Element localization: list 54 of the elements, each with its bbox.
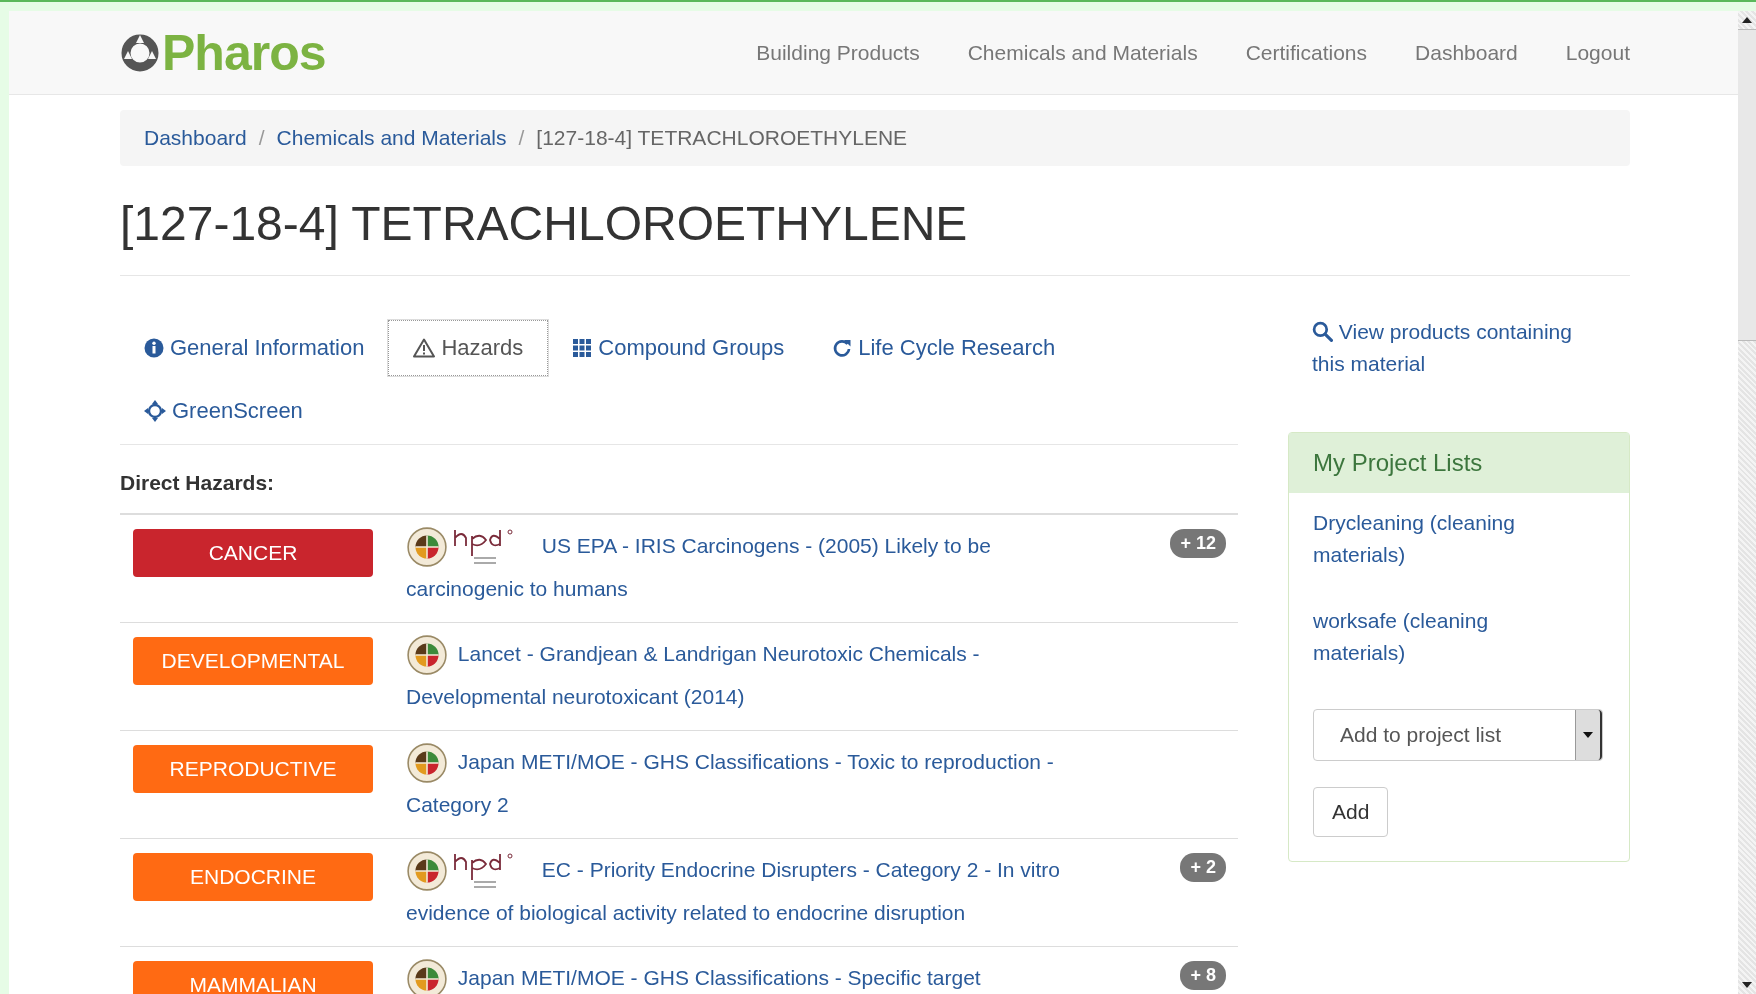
tab[interactable]: Life Cycle Research — [808, 320, 1080, 376]
project-list-link[interactable]: worksafe (cleaning materials) — [1313, 605, 1543, 669]
hazard-source-link[interactable]: US EPA - IRIS Carcinogens - (2005) Likely to be carcinogenic to humans — [406, 525, 1096, 611]
search-icon — [1312, 321, 1333, 342]
tab[interactable]: Hazards — [388, 320, 549, 376]
scroll-down-icon[interactable] — [1742, 982, 1752, 988]
colored-circle-logo-icon — [406, 742, 448, 785]
section-heading: Direct Hazards: — [120, 470, 276, 496]
breadcrumb-separator: / — [518, 126, 525, 150]
scrollbar[interactable] — [1738, 11, 1756, 994]
project-list-link[interactable]: Drycleaning (cleaning materials) — [1313, 507, 1543, 571]
count-badge: + 8 — [1180, 961, 1226, 990]
hazard-label: CANCER — [133, 529, 373, 577]
hazard-source-link[interactable]: EC - Priority Endocrine Disrupters - Category 2 - In vitro evidence of biological activity related to endocrine disruption — [406, 849, 1096, 935]
view-products-link[interactable]: View products containing this material — [1288, 316, 1630, 380]
hazard-label: MAMMALIAN — [133, 961, 373, 994]
breadcrumb-link[interactable]: Chemicals and Materials — [276, 126, 507, 150]
warning-icon — [413, 338, 436, 358]
hazard-source-link[interactable]: Japan METI/MOE - GHS Classifications - Specific target — [406, 957, 1096, 994]
nav-link[interactable]: Dashboard — [1415, 40, 1518, 65]
hazard-label: REPRODUCTIVE — [133, 745, 373, 793]
nav-link[interactable]: Chemicals and Materials — [967, 40, 1198, 65]
add-button[interactable]: Add — [1313, 787, 1389, 837]
hazard-label: ENDOCRINE — [133, 853, 373, 901]
scroll-thumb[interactable] — [1738, 29, 1756, 341]
breadcrumb-separator: / — [258, 126, 265, 150]
colored-circle-logo-icon — [406, 850, 448, 893]
page-title: [127-18-4] TETRACHLOROETHYLENE — [120, 196, 969, 251]
colored-circle-logo-icon — [406, 526, 448, 569]
hazard-source-link[interactable]: Japan METI/MOE - GHS Classifications - Toxic to reproduction - Category 2 — [406, 741, 1096, 827]
tab[interactable]: GreenScreen — [120, 384, 327, 438]
scroll-up-icon[interactable] — [1742, 17, 1752, 23]
colored-circle-logo-icon — [406, 958, 448, 994]
breadcrumb-current: [127-18-4] TETRACHLOROETHYLENE — [536, 126, 908, 150]
tab[interactable]: General Information — [120, 320, 389, 376]
panel-heading: My Project Lists — [1289, 433, 1629, 493]
count-badge: + 12 — [1170, 529, 1226, 558]
caret-icon — [1583, 732, 1593, 738]
ring-logo-icon — [120, 32, 160, 73]
colored-circle-logo-icon — [406, 634, 448, 677]
hazard-label: DEVELOPMENTAL — [133, 637, 373, 685]
tab[interactable]: Compound Groups — [548, 320, 809, 376]
nav-link[interactable]: Certifications — [1245, 40, 1368, 65]
crosshair-icon — [144, 400, 166, 422]
count-badge: + 2 — [1180, 853, 1226, 882]
refresh-icon — [832, 338, 853, 358]
info-icon — [144, 338, 164, 358]
nav-link[interactable]: Logout — [1565, 40, 1630, 65]
project-list-select[interactable]: Add to project list — [1313, 709, 1603, 761]
hazard-source-link[interactable]: Lancet - Grandjean & Landrigan Neurotoxic Chemicals - Developmental neurotoxicant (2014) — [406, 633, 1096, 719]
dropdown-button[interactable] — [1575, 710, 1602, 760]
grid-icon — [572, 338, 593, 358]
breadcrumb-link[interactable]: Dashboard — [144, 126, 247, 150]
nav-link[interactable]: Building Products — [756, 40, 920, 65]
